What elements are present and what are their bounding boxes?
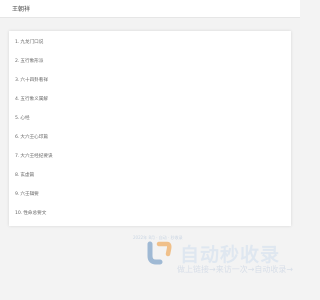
item-link[interactable]: 九龙门口说	[20, 40, 43, 45]
item-link[interactable]: 心经	[20, 116, 29, 121]
watermark-slogan: 做上链接→来访一次→自动收录→	[177, 265, 294, 274]
list-item[interactable]: 4.五行象义属解	[15, 95, 48, 104]
auto-index-logo-icon	[147, 241, 172, 265]
item-number: 8.	[15, 173, 20, 178]
item-number: 7.	[15, 154, 20, 159]
list-item[interactable]: 10.性命总要文	[15, 209, 46, 218]
item-link[interactable]: 性命总要文	[23, 211, 46, 216]
logo-blue-hook	[147, 241, 163, 265]
item-link[interactable]: 五行象义属解	[20, 97, 48, 102]
list-item[interactable]: 2.五行象形派	[15, 57, 43, 66]
watermark-brand: 自动秒收录	[180, 244, 281, 266]
item-number: 5.	[15, 116, 20, 121]
site-title[interactable]: 王朝祥	[12, 4, 30, 13]
item-number: 4.	[15, 97, 20, 102]
item-link[interactable]: 六十四卦看祥	[20, 78, 48, 83]
list-item[interactable]: 6.大六壬心印篇	[15, 133, 48, 142]
item-link[interactable]: 六壬辑要	[20, 192, 38, 197]
item-link[interactable]: 玄虚篇	[20, 173, 34, 178]
item-number: 6.	[15, 135, 20, 140]
item-number: 2.	[15, 59, 20, 64]
list-item[interactable]: 8.玄虚篇	[15, 171, 34, 180]
article-list-card: 1.九龙门口说 2.五行象形派 3.六十四卦看祥 4.五行象义属解 5.心经 6…	[9, 31, 291, 226]
item-number: 9.	[15, 192, 20, 197]
item-number: 1.	[15, 40, 20, 45]
item-link[interactable]: 大六壬经纪要诀	[20, 154, 52, 159]
item-number: 10.	[15, 211, 23, 216]
auto-index-watermark[interactable]: 2022年 8月 · 自动 · 秒收录 自动秒收录 做上链接→来访一次→自动收录…	[130, 233, 300, 275]
list-item[interactable]: 3.六十四卦看祥	[15, 76, 48, 85]
list-item[interactable]: 5.心经	[15, 114, 30, 123]
top-bar: 王朝祥	[0, 0, 300, 18]
list-item[interactable]: 9.六壬辑要	[15, 190, 39, 199]
logo-orange-hook	[156, 241, 172, 257]
item-number: 3.	[15, 78, 20, 83]
list-item[interactable]: 1.九龙门口说	[15, 38, 43, 47]
item-link[interactable]: 大六壬心印篇	[20, 135, 48, 140]
page: 王朝祥 1.九龙门口说 2.五行象形派 3.六十四卦看祥 4.五行象义属解 5.…	[0, 0, 300, 300]
list-item[interactable]: 7.大六壬经纪要诀	[15, 152, 53, 161]
item-link[interactable]: 五行象形派	[20, 59, 43, 64]
